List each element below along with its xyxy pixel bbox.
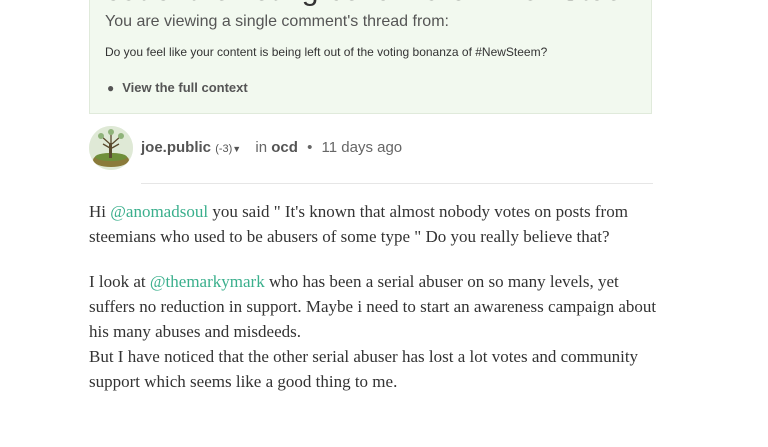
context-post-title[interactable]: Do you feel like your content is being l… (105, 45, 547, 59)
author-name[interactable]: joe.public (141, 139, 211, 156)
separator-dot: • (307, 139, 313, 156)
text-span: But I have noticed that the other serial… (89, 347, 639, 391)
mention-link-anomadsoul[interactable]: @anomadsoul (110, 202, 208, 221)
thread-context-box: out of the voting bonanza of #NewSteem? … (89, 0, 664, 114)
comment-header: joe.public (-3)▼ in ocd • 11 days ago (141, 139, 402, 156)
bullet-icon: ● (107, 81, 115, 95)
context-heading: out of the voting bonanza of #NewSteem? (105, 0, 664, 8)
text-span: I look at (89, 272, 150, 291)
chevron-down-icon[interactable]: ▼ (232, 144, 241, 154)
tree-avatar-icon (89, 126, 133, 170)
comment-body: Hi @anomadsoul you said " It's known tha… (89, 199, 659, 414)
mention-link-themarkymark[interactable]: @themarkymark (150, 272, 265, 291)
in-label: in (255, 139, 268, 156)
comment-paragraph-1: Hi @anomadsoul you said " It's known tha… (89, 199, 659, 249)
avatar[interactable] (89, 126, 133, 170)
reputation-badge: (-3) (215, 143, 233, 155)
view-full-context-label[interactable]: View the full context (122, 80, 247, 95)
viewing-note: You are viewing a single comment's threa… (105, 13, 449, 30)
divider (141, 183, 653, 184)
comment-paragraph-2: I look at @themarkymark who has been a s… (89, 269, 659, 394)
view-full-context-link[interactable]: ● View the full context (107, 80, 248, 95)
category-link[interactable]: ocd (271, 139, 298, 156)
comment-timestamp[interactable]: 11 days ago (322, 139, 403, 156)
text-span: Hi (89, 202, 111, 221)
